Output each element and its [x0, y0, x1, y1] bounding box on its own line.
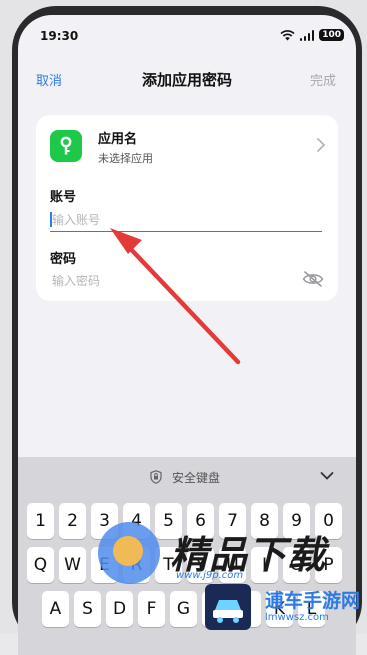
- key-y[interactable]: Y: [187, 547, 214, 583]
- key-r[interactable]: R: [123, 547, 150, 583]
- key-u[interactable]: U: [219, 547, 246, 583]
- status-bar: 19:30 100: [18, 15, 356, 59]
- key-j[interactable]: J: [234, 591, 261, 627]
- key-o[interactable]: O: [283, 547, 310, 583]
- key-t[interactable]: T: [155, 547, 182, 583]
- chevron-down-icon[interactable]: [320, 471, 334, 481]
- status-icons: 100: [280, 29, 344, 41]
- app-name-label: 应用名: [98, 132, 138, 147]
- phone-screen: 19:30 100 取消 添加应用密码 完成 应用名 未选择应用 账号 输入账号…: [18, 15, 356, 655]
- password-label: 密码: [50, 252, 77, 267]
- key-3[interactable]: 3: [91, 503, 118, 539]
- key-s[interactable]: S: [74, 591, 101, 627]
- keyboard-toolbar: 安全键盘: [18, 457, 356, 497]
- key-l[interactable]: L: [298, 591, 325, 627]
- app-selector-row[interactable]: 应用名 未选择应用: [36, 115, 338, 179]
- key-7[interactable]: 7: [219, 503, 246, 539]
- app-selected-value: 未选择应用: [98, 152, 153, 165]
- key-g[interactable]: G: [170, 591, 197, 627]
- keyboard-title: 安全键盘: [172, 471, 221, 485]
- key-k[interactable]: K: [266, 591, 293, 627]
- key-9[interactable]: 9: [283, 503, 310, 539]
- keyboard-row-numbers: 1234567890: [27, 503, 342, 539]
- form-card: 应用名 未选择应用 账号 密码: [36, 115, 338, 301]
- page-title: 添加应用密码: [141, 71, 232, 89]
- key-0[interactable]: 0: [315, 503, 342, 539]
- done-button[interactable]: 完成: [310, 70, 336, 89]
- secure-keyboard: 安全键盘 1234567890 QWERTYUIOP ASDFGHJKL: [18, 457, 356, 655]
- key-8[interactable]: 8: [251, 503, 278, 539]
- key-5[interactable]: 5: [155, 503, 182, 539]
- key-i[interactable]: I: [251, 547, 278, 583]
- key-2[interactable]: 2: [59, 503, 86, 539]
- key-w[interactable]: W: [59, 547, 86, 583]
- keyboard-row-qwerty: QWERTYUIOP: [27, 547, 342, 583]
- key-q[interactable]: Q: [27, 547, 54, 583]
- key-p[interactable]: P: [315, 547, 342, 583]
- key-4[interactable]: 4: [123, 503, 150, 539]
- keyboard-row-asdf: ASDFGHJKL: [42, 591, 325, 627]
- text-cursor: [50, 212, 52, 227]
- password-input[interactable]: [50, 270, 290, 292]
- nav-bar: 取消 添加应用密码 完成: [18, 67, 356, 91]
- wifi-icon: [280, 29, 295, 40]
- account-input[interactable]: [50, 208, 322, 232]
- key-icon: [50, 130, 82, 162]
- signal-icon: [299, 29, 315, 41]
- battery-indicator: 100: [319, 29, 344, 41]
- key-f[interactable]: F: [138, 591, 165, 627]
- key-1[interactable]: 1: [27, 503, 54, 539]
- key-a[interactable]: A: [42, 591, 69, 627]
- account-label: 账号: [50, 190, 77, 205]
- chevron-right-icon: [317, 138, 326, 152]
- key-h[interactable]: H: [202, 591, 229, 627]
- eye-off-icon[interactable]: [302, 270, 324, 288]
- key-d[interactable]: D: [106, 591, 133, 627]
- shield-lock-icon: [150, 470, 162, 484]
- key-e[interactable]: E: [91, 547, 118, 583]
- key-6[interactable]: 6: [187, 503, 214, 539]
- status-time: 19:30: [40, 29, 79, 43]
